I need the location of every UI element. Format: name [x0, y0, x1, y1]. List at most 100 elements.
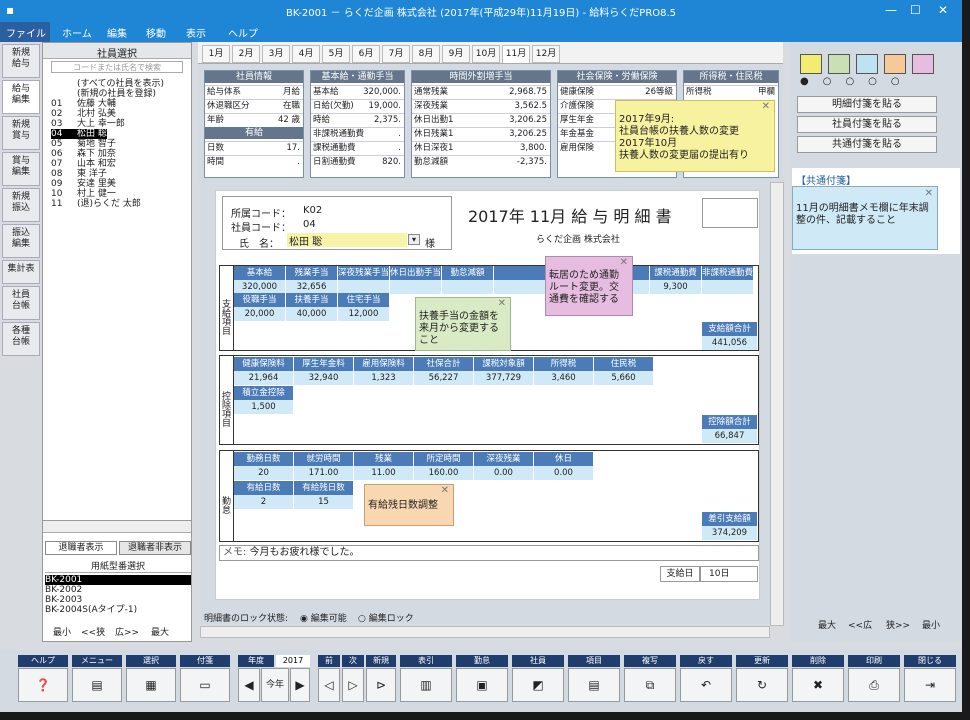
note-button[interactable]: ▭ — [180, 668, 230, 702]
zoom-max-button[interactable]: 最大 — [818, 618, 836, 631]
employee-row[interactable]: (新規の社員を登録) — [51, 89, 156, 99]
value-cell[interactable] — [338, 280, 390, 294]
employee-row[interactable]: 10 村上 健一 — [51, 189, 116, 199]
value-cell[interactable]: 20 — [234, 466, 294, 480]
year-next-button[interactable]: ▶ — [290, 668, 310, 702]
slip-horizontal-scrollbar[interactable] — [200, 626, 770, 638]
value-cell[interactable]: 171.00 — [294, 466, 354, 480]
value[interactable]: 320,000. — [363, 86, 401, 98]
tab-edit-salary[interactable]: 給与 編集 — [2, 80, 40, 114]
lookup-button[interactable]: ▥ — [400, 668, 452, 702]
tab-employee-ledger[interactable]: 社員 台帳 — [2, 286, 40, 320]
pay-total[interactable]: 441,056 — [702, 336, 758, 350]
zoom-min-button[interactable]: 最小 — [53, 625, 71, 638]
zoom-wide-button[interactable]: <<広 — [848, 618, 872, 631]
chevron-down-icon[interactable]: ▾ — [408, 234, 420, 245]
zoom-narrow-button[interactable]: <<狭 — [81, 625, 105, 638]
value[interactable]: 820. — [382, 156, 401, 168]
tab-month-7[interactable]: 7月 — [382, 45, 410, 63]
zoom-max-button[interactable]: 最大 — [151, 625, 169, 638]
employee-name-select[interactable]: 松田 聡 — [287, 233, 407, 248]
tab-other-ledgers[interactable]: 各種 台帳 — [2, 322, 40, 356]
value-cell[interactable]: 5,660 — [594, 371, 654, 385]
print-button[interactable]: ⎙ — [848, 668, 900, 702]
year-input[interactable]: 2017 — [276, 655, 310, 667]
value[interactable]: . — [398, 142, 401, 154]
year-prev-button[interactable]: ◀ — [238, 668, 260, 702]
tab-new-salary[interactable]: 新規 給与 — [2, 44, 40, 78]
value-cell[interactable]: 32,656 — [286, 280, 338, 294]
tab-summary[interactable]: 集計表 — [2, 260, 40, 284]
value-cell[interactable]: 20,000 — [234, 307, 286, 321]
payday-value[interactable]: 10日 — [700, 566, 758, 582]
value-cell[interactable] — [702, 280, 754, 294]
note-family-allowance[interactable]: ✕ 扶養手当の金額を 来月から変更する こと — [415, 297, 511, 351]
month-prev-button[interactable]: ◁ — [318, 668, 340, 702]
menu-move[interactable]: 移動 — [146, 25, 166, 40]
tab-month-2[interactable]: 2月 — [232, 45, 260, 63]
employee-row[interactable]: 03 大上 幸一郎 — [51, 119, 125, 129]
search-input[interactable]: コードまたは氏名で検索 — [51, 61, 183, 73]
paper-item[interactable]: BK-2003 — [45, 595, 191, 605]
swatch-pink[interactable] — [912, 54, 934, 74]
value-cell[interactable]: 12,000 — [338, 307, 390, 321]
stick-common-note-button[interactable]: 共通付箋を貼る — [797, 136, 937, 153]
value-cell[interactable]: 1,500 — [234, 400, 294, 414]
note-paid-leave[interactable]: ✕ 有給残日数調整 — [364, 484, 454, 526]
value[interactable]: 3,206.25 — [509, 114, 547, 126]
employee-row[interactable]: 09 安達 里美 — [51, 179, 116, 189]
lock-locked-radio[interactable]: ○ 編集ロック — [358, 611, 414, 624]
close-icon[interactable]: ✕ — [498, 298, 506, 310]
value-cell[interactable] — [442, 280, 494, 294]
close-icon[interactable]: ✕ — [925, 188, 933, 200]
common-note[interactable]: ✕ 11月の明細書メモ欄に年末調整の件、記載すること — [792, 186, 938, 250]
tab-edit-bonus[interactable]: 賞与 編集 — [2, 152, 40, 186]
paper-item[interactable]: BK-2004S(Aタイプ-1) — [45, 605, 191, 615]
employee-row[interactable]: 07 山本 和宏 — [51, 159, 116, 169]
menu-file[interactable]: ファイル — [0, 22, 50, 42]
new-button[interactable]: ⊳ — [366, 668, 396, 702]
value[interactable]: 19,000. — [369, 100, 401, 112]
value-cell[interactable]: 3,460 — [534, 371, 594, 385]
tab-edit-transfer[interactable]: 振込 編集 — [2, 224, 40, 258]
zoom-min-button[interactable]: 最小 — [922, 618, 940, 631]
value[interactable]: . — [398, 128, 401, 140]
close-icon[interactable]: ✕ — [441, 485, 449, 497]
value-cell[interactable] — [390, 280, 442, 294]
value[interactable]: 3,800. — [520, 142, 547, 154]
value[interactable]: 甲欄 — [758, 86, 775, 98]
tab-month-11[interactable]: 11月 — [502, 45, 530, 63]
paper-item[interactable]: BK-2001 — [45, 575, 191, 585]
value[interactable]: 26等級 — [645, 86, 673, 98]
close-icon[interactable]: ✕ — [620, 257, 628, 269]
tab-month-9[interactable]: 9月 — [442, 45, 470, 63]
app-icon[interactable]: ▪ — [6, 3, 14, 17]
swatch-orange[interactable] — [884, 54, 906, 74]
tab-month-1[interactable]: 1月 — [202, 45, 230, 63]
value[interactable]: 3,206.25 — [509, 128, 547, 140]
employee-button[interactable]: ◩ — [512, 668, 564, 702]
employee-row[interactable]: 06 森下 加奈 — [51, 149, 116, 159]
tab-new-bonus[interactable]: 新規 賞与 — [2, 116, 40, 150]
swatch-blue[interactable] — [856, 54, 878, 74]
value-cell[interactable]: 2 — [234, 495, 294, 509]
value[interactable]: 月給 — [283, 86, 300, 98]
value[interactable]: 在職 — [283, 100, 300, 112]
tab-month-8[interactable]: 8月 — [412, 45, 440, 63]
value[interactable]: 17. — [286, 142, 300, 154]
note-commute[interactable]: ✕ 転居のため通勤 ルート変更。交 通費を確認する — [545, 256, 633, 316]
help-button[interactable]: ❓ — [18, 668, 68, 702]
zoom-narrow-button[interactable]: 狭>> — [886, 618, 910, 631]
value-cell[interactable]: 320,000 — [234, 280, 286, 294]
value[interactable]: 2,968.75 — [509, 86, 547, 98]
value-cell[interactable]: 15 — [294, 495, 354, 509]
menu-view[interactable]: 表示 — [186, 25, 206, 40]
swatch-yellow[interactable] — [800, 54, 822, 74]
memo-text[interactable]: 今月もお疲れ様でした。 — [250, 547, 360, 558]
attendance-button[interactable]: ▣ — [456, 668, 508, 702]
value-cell[interactable]: 11.00 — [354, 466, 414, 480]
value-cell[interactable]: 56,227 — [414, 371, 474, 385]
stick-employee-note-button[interactable]: 社員付箋を貼る — [797, 116, 937, 133]
menu-home[interactable]: ホーム — [62, 25, 92, 40]
value-cell[interactable]: 40,000 — [286, 307, 338, 321]
